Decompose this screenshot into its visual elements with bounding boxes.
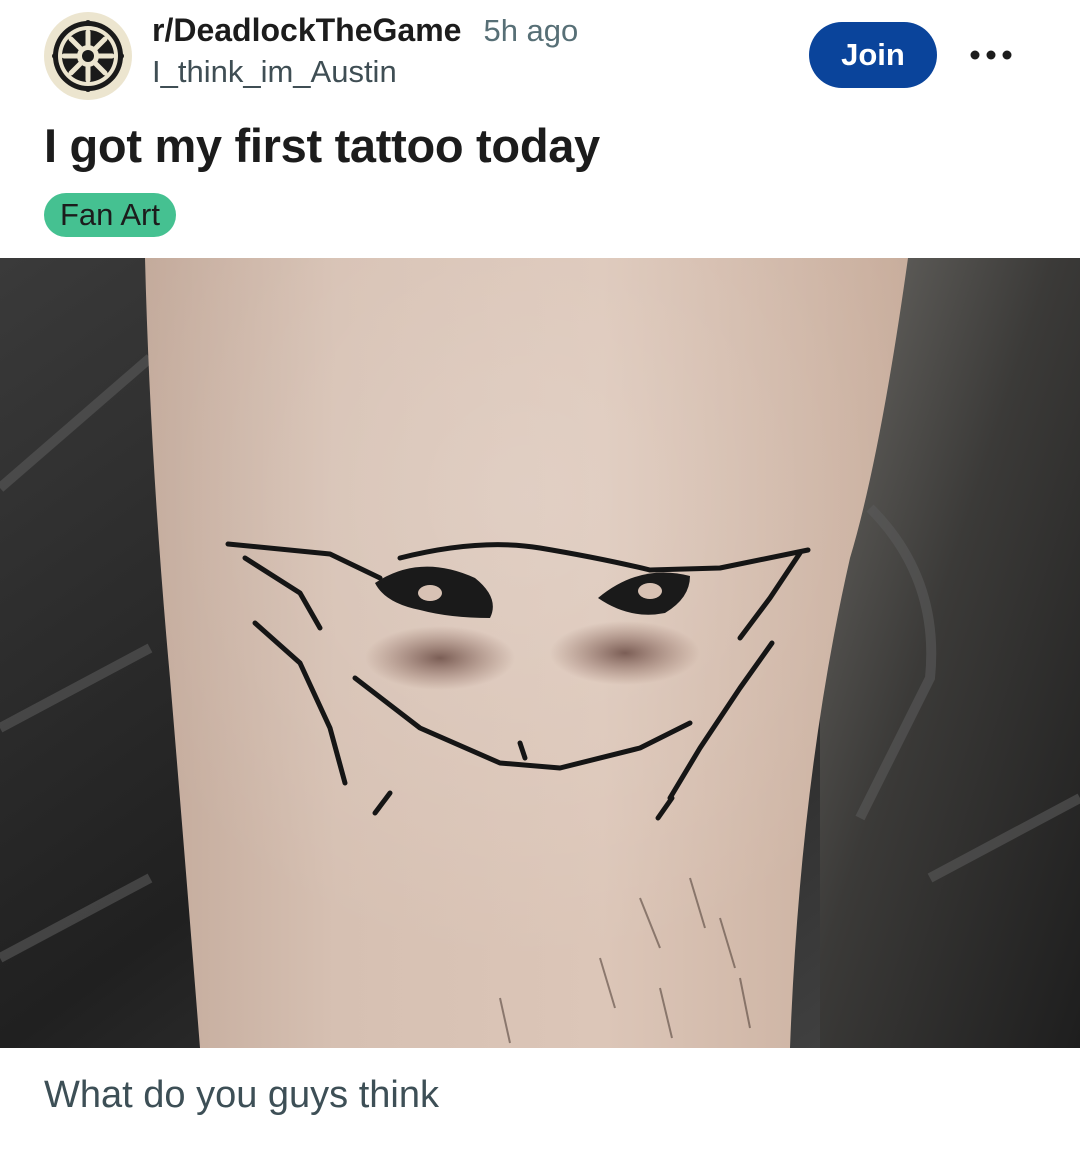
tattoo-photo — [0, 258, 1080, 1048]
wheel-logo-icon — [52, 20, 124, 92]
post-title[interactable]: I got my first tattoo today — [44, 118, 600, 173]
post-flair[interactable]: Fan Art — [44, 193, 176, 237]
subreddit-name[interactable]: r/DeadlockTheGame — [152, 12, 461, 49]
subreddit-avatar[interactable] — [44, 12, 132, 100]
join-button[interactable]: Join — [809, 22, 937, 88]
meta-row: r/DeadlockTheGame 5h ago — [152, 12, 578, 49]
post-body: What do you guys think — [44, 1074, 439, 1116]
post-image[interactable] — [0, 258, 1080, 1048]
more-horizontal-icon — [970, 50, 1012, 60]
post-time: 5h ago — [483, 13, 579, 48]
more-options-button[interactable] — [966, 40, 1016, 70]
post-author[interactable]: I_think_im_Austin — [152, 54, 578, 90]
post-meta: r/DeadlockTheGame 5h ago I_think_im_Aust… — [152, 12, 578, 90]
post-card[interactable]: r/DeadlockTheGame 5h ago I_think_im_Aust… — [0, 0, 1080, 1166]
